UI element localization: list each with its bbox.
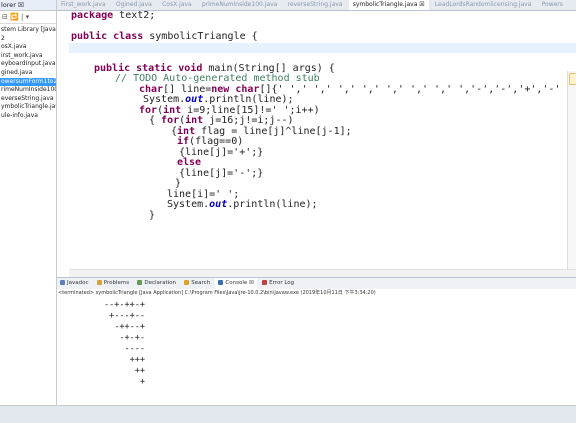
code-text: flag = line[j]^line[j-1]; bbox=[195, 125, 352, 137]
code-text: text2; bbox=[113, 11, 156, 21]
console-line: -+-+- bbox=[104, 333, 145, 343]
tab-label: Declaration bbox=[144, 280, 177, 286]
code-text: symbolicTriangle { bbox=[143, 31, 258, 42]
explorer-item[interactable]: 2 bbox=[0, 35, 56, 44]
code-line: package text2; bbox=[69, 11, 576, 22]
code-text: main(String[] args) { bbox=[202, 62, 335, 74]
editor-tab[interactable]: reverseString.java bbox=[284, 0, 347, 10]
code-text: { bbox=[149, 115, 162, 126]
console-line: + bbox=[104, 377, 145, 387]
editor-tab[interactable]: Ogined.java bbox=[112, 0, 156, 10]
code-keyword: public static void bbox=[94, 62, 203, 74]
tab-problems[interactable]: Problems bbox=[94, 278, 132, 289]
javadoc-icon bbox=[60, 279, 65, 285]
explorer-item[interactable]: gined.java bbox=[0, 69, 56, 78]
tab-label: Javadoc bbox=[67, 280, 89, 286]
editor-tab[interactable]: CosX.java bbox=[158, 0, 196, 10]
explorer-item[interactable]: ymbolicTriangle.java bbox=[0, 103, 56, 112]
tab-javadoc[interactable]: Javadoc bbox=[57, 278, 92, 289]
code-text: System. bbox=[143, 94, 186, 105]
code-line: if(flag==0) bbox=[69, 136, 576, 148]
code-line: else bbox=[69, 157, 576, 169]
explorer-tree: stem Library [JavaSE 2 osX.java irst_wor… bbox=[0, 24, 56, 121]
code-keyword: if bbox=[177, 136, 190, 147]
problems-icon bbox=[96, 279, 102, 285]
console-header: <terminated> symbolicTriangle [Java Appl… bbox=[57, 289, 576, 298]
code-text: [] line= bbox=[163, 83, 212, 95]
explorer-item[interactable]: eyboardInput.java bbox=[0, 60, 56, 69]
code-keyword: int bbox=[163, 104, 182, 116]
tab-label: Search bbox=[191, 280, 211, 286]
code-text: .println(line); bbox=[227, 199, 318, 210]
code-text: i=9;line[15]!=' ';i++) bbox=[181, 104, 320, 116]
error-log-icon bbox=[262, 279, 268, 285]
console-line: -++--+ bbox=[104, 322, 145, 332]
code-line: line[i]=' '; bbox=[167, 188, 240, 200]
console-line: --+-++-+ bbox=[104, 300, 145, 310]
code-line: {int flag = line[j]^line[j-1]; bbox=[69, 125, 576, 138]
console-line: +---+-- bbox=[104, 311, 145, 321]
console-line: +++ bbox=[104, 355, 145, 365]
code-text: j=16;j!=i;j--) bbox=[203, 115, 294, 126]
warning-marker[interactable] bbox=[569, 73, 576, 85]
code-line: for(int i=9;line[15]!=' ';i++) bbox=[69, 104, 576, 117]
explorer-item[interactable]: rimeNumInside100( bbox=[0, 86, 56, 95]
tab-search[interactable]: Search bbox=[181, 278, 213, 289]
console-icon bbox=[218, 279, 224, 285]
code-line: System.out.println(line); bbox=[69, 199, 576, 211]
code-keyword: new char bbox=[211, 83, 260, 95]
explorer-toolbar[interactable]: ⊟ 🔁 | ▾ bbox=[0, 11, 56, 24]
code-field: out bbox=[209, 199, 228, 210]
tab-error-log[interactable]: Error Log bbox=[259, 278, 297, 289]
console-line: ---- bbox=[104, 344, 145, 354]
search-icon bbox=[184, 279, 190, 285]
code-keyword: else bbox=[177, 157, 202, 168]
code-keyword: int bbox=[185, 115, 204, 126]
code-line: } bbox=[149, 209, 156, 221]
overview-ruler[interactable] bbox=[567, 71, 576, 277]
code-keyword: for bbox=[139, 104, 158, 116]
explorer-item[interactable]: osX.java bbox=[0, 43, 56, 52]
code-line: public class symbolicTriangle { bbox=[69, 31, 576, 43]
code-keyword: int bbox=[177, 125, 196, 137]
explorer-item[interactable]: irst_work.java bbox=[0, 52, 56, 61]
tab-console[interactable]: Console ☒ bbox=[215, 278, 257, 289]
tab-label: Problems bbox=[103, 280, 130, 286]
package-explorer: lorer ☒ ⊟ 🔁 | ▾ stem Library [JavaSE 2 o… bbox=[0, 0, 57, 405]
code-text: .println(line); bbox=[203, 94, 294, 105]
explorer-item[interactable]: stem Library [JavaSE bbox=[0, 26, 56, 35]
status-bar bbox=[0, 405, 576, 423]
editor-tab[interactable]: primeNumInside100.java bbox=[198, 0, 281, 10]
code-editor[interactable]: package text2; public class symbolicTria… bbox=[57, 11, 576, 277]
code-line: {line[j]='+';} bbox=[179, 146, 264, 158]
tab-declaration[interactable]: Declaration bbox=[134, 278, 179, 289]
explorer-title[interactable]: lorer ☒ bbox=[0, 0, 56, 11]
explorer-item[interactable]: ule-info.java bbox=[0, 112, 56, 121]
tab-label: Console ☒ bbox=[225, 280, 254, 286]
editor-gutter bbox=[57, 11, 69, 277]
code-line: {line[j]='-';} bbox=[179, 167, 264, 179]
console-line: ++ bbox=[104, 366, 145, 376]
code-keyword: for bbox=[161, 115, 180, 126]
editor-tab[interactable]: LeadLordsRandomlicensing.java bbox=[431, 0, 535, 10]
declaration-icon bbox=[137, 279, 143, 285]
code-text: System. bbox=[167, 199, 210, 210]
editor-tabs: First_work.java Ogined.java CosX.java pr… bbox=[57, 0, 576, 11]
tab-label: Error Log bbox=[269, 280, 295, 286]
explorer-item-selected[interactable]: owersumForm1to20 bbox=[0, 77, 56, 87]
code-keyword: package bbox=[71, 11, 114, 21]
code-field: out bbox=[185, 94, 204, 105]
code-line: } bbox=[175, 178, 182, 189]
console-output[interactable]: --+-++-+ +---+-- -++--+ -+-+- ---- +++ +… bbox=[57, 298, 576, 405]
code-text: (flag==0) bbox=[189, 136, 244, 147]
editor-tab[interactable]: First_work.java bbox=[57, 0, 110, 10]
code-keyword: public class bbox=[71, 31, 144, 42]
explorer-item[interactable]: everseString.java bbox=[0, 95, 56, 104]
horizontal-scrollbar[interactable] bbox=[69, 269, 576, 277]
code-keyword: char bbox=[139, 83, 164, 95]
editor-tab-active[interactable]: symbolicTriangle.java ☒ bbox=[348, 0, 429, 10]
editor-tab[interactable]: Powers bbox=[538, 0, 567, 10]
code-text: []{' ',' ',' ',' ',' ',' ',' ',' ','-','… bbox=[259, 83, 561, 95]
code-line-highlighted bbox=[69, 42, 576, 53]
